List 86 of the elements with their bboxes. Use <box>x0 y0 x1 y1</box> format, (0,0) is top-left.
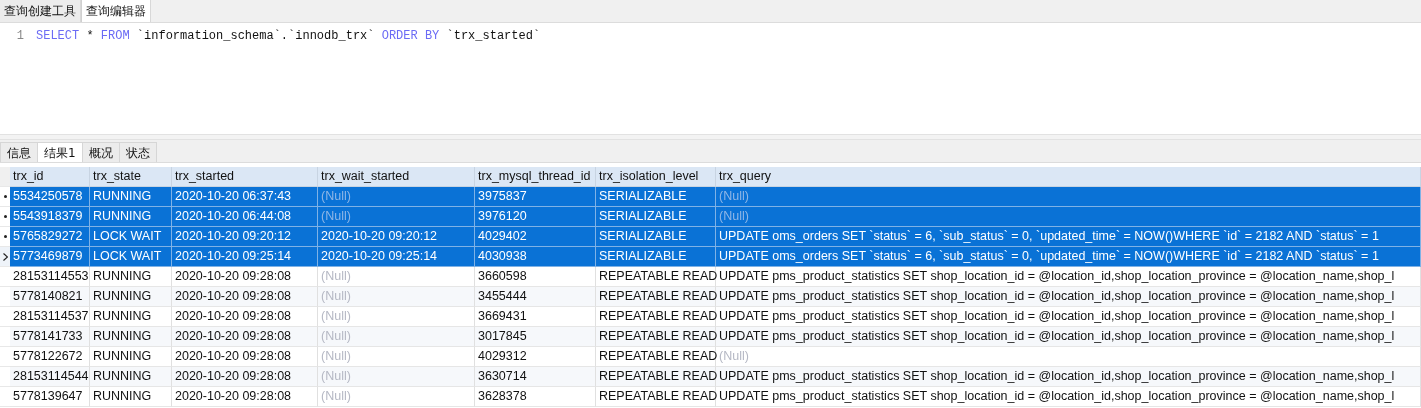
table-cell: RUNNING <box>90 327 172 347</box>
table-cell: 28153114544 <box>10 367 90 387</box>
row-header-cell[interactable] <box>0 367 10 387</box>
table-cell: (Null) <box>716 187 1421 207</box>
dot-icon <box>3 235 7 238</box>
table-cell: RUNNING <box>90 367 172 387</box>
table-cell: 4029402 <box>475 227 596 247</box>
table-cell: RUNNING <box>90 287 172 307</box>
table-cell: 3975837 <box>475 187 596 207</box>
table-cell: (Null) <box>318 207 475 227</box>
caret-icon <box>2 252 8 261</box>
table-cell: SERIALIZABLE <box>596 187 716 207</box>
table-cell: 2020-10-20 06:37:43 <box>172 187 318 207</box>
table-cell: 2020-10-20 09:28:08 <box>172 287 318 307</box>
dot-icon <box>3 195 7 198</box>
table-row[interactable]: 5778140821 RUNNING 2020-10-20 09:28:08 (Null) 3455444 REPEATABLE READ UPDATE pms_product_statistics SET shop_location_id = @location_id,shop_location_province = @location_name,shop_l <box>0 287 1421 307</box>
row-header-cell[interactable] <box>0 327 10 347</box>
table-cell: (Null) <box>318 327 475 347</box>
table-cell: REPEATABLE READ <box>596 287 716 307</box>
sql-keyword: ORDER BY <box>381 28 440 45</box>
corner-cell <box>0 167 10 187</box>
result-tab[interactable]: 概况 <box>81 142 120 162</box>
table-cell: (Null) <box>318 387 475 407</box>
row-header-cell[interactable] <box>0 247 10 267</box>
table-cell: SERIALIZABLE <box>596 207 716 227</box>
sql-keyword: FROM <box>100 28 130 45</box>
row-header-cell[interactable] <box>0 287 10 307</box>
table-cell: 3455444 <box>475 287 596 307</box>
line-number: 1 <box>15 28 25 45</box>
sql-text: * <box>85 28 95 45</box>
table-cell: UPDATE oms_orders SET `status` = 6, `sub_status` = 0, `updated_time` = NOW()WHERE `id` = 2182 AND `status` = 1 <box>716 227 1421 247</box>
sql-keyword: SELECT <box>36 28 80 45</box>
table-cell: UPDATE pms_product_statistics SET shop_location_id = @location_id,shop_location_province = @location_name,shop_l <box>716 287 1421 307</box>
table-cell: (Null) <box>716 207 1421 227</box>
dot-icon <box>3 215 7 218</box>
table-row[interactable]: 28153114544 RUNNING 2020-10-20 09:28:08 (Null) 3630714 REPEATABLE READ UPDATE pms_product_statistics SET shop_location_id = @location_id,shop_location_province = @location_name,shop_l <box>0 367 1421 387</box>
table-cell: RUNNING <box>90 187 172 207</box>
table-cell: UPDATE pms_product_statistics SET shop_location_id = @location_id,shop_location_province = @location_name,shop_l <box>716 367 1421 387</box>
table-cell: LOCK WAIT <box>90 227 172 247</box>
result-tab[interactable]: 信息 <box>0 142 38 162</box>
table-cell: 2020-10-20 09:28:08 <box>172 387 318 407</box>
table-cell: (Null) <box>318 187 475 207</box>
editor-tab[interactable]: 查询创建工具 <box>0 0 81 22</box>
table-row[interactable]: 5778139647 RUNNING 2020-10-20 09:28:08 (Null) 3628378 REPEATABLE READ UPDATE pms_product_statistics SET shop_location_id = @location_id,shop_location_province = @location_name,shop_l <box>0 387 1421 407</box>
sql-text: `trx_started` <box>445 28 541 45</box>
table-cell: SERIALIZABLE <box>596 247 716 267</box>
table-cell: 3628378 <box>475 387 596 407</box>
table-cell: 5778140821 <box>10 287 90 307</box>
table-cell: 5778139647 <box>10 387 90 407</box>
result-tab[interactable]: 结果1 <box>37 142 83 162</box>
table-cell: 2020-10-20 09:25:14 <box>172 247 318 267</box>
table-cell: LOCK WAIT <box>90 247 172 267</box>
table-cell: UPDATE pms_product_statistics SET shop_location_id = @location_id,shop_location_province = @location_name,shop_l <box>716 387 1421 407</box>
table-cell: UPDATE pms_product_statistics SET shop_location_id = @location_id,shop_location_province = @location_name,shop_l <box>716 327 1421 347</box>
table-cell: 5543918379 <box>10 207 90 227</box>
table-row[interactable]: 5773469879 LOCK WAIT 2020-10-20 09:25:14 2020-10-20 09:25:14 4030938 SERIALIZABLE UPDATE oms_orders SET `status` = 6, `sub_status` = 0, `updated_time` = NOW()WHERE `id` = 2182 AND `status` = 1 <box>0 247 1421 267</box>
table-cell: 3630714 <box>475 367 596 387</box>
table-row[interactable]: 5778141733 RUNNING 2020-10-20 09:28:08 (Null) 3017845 REPEATABLE READ UPDATE pms_product_statistics SET shop_location_id = @location_id,shop_location_province = @location_name,shop_l <box>0 327 1421 347</box>
table-cell: 2020-10-20 09:25:14 <box>318 247 475 267</box>
table-cell: 5778141733 <box>10 327 90 347</box>
table-cell: REPEATABLE READ <box>596 367 716 387</box>
table-cell: RUNNING <box>90 207 172 227</box>
table-cell: 5534250578 <box>10 187 90 207</box>
table-row[interactable]: 5543918379 RUNNING 2020-10-20 06:44:08 (Null) 3976120 SERIALIZABLE (Null) <box>0 207 1421 227</box>
table-row[interactable]: 5765829272 LOCK WAIT 2020-10-20 09:20:12 2020-10-20 09:20:12 4029402 SERIALIZABLE UPDATE oms_orders SET `status` = 6, `sub_status` = 0, `updated_time` = NOW()WHERE `id` = 2182 AND `status` = 1 <box>0 227 1421 247</box>
table-cell: (Null) <box>318 287 475 307</box>
table-cell: 3976120 <box>475 207 596 227</box>
table-cell: SERIALIZABLE <box>596 227 716 247</box>
table-cell: 4030938 <box>475 247 596 267</box>
table-cell: 2020-10-20 09:28:08 <box>172 327 318 347</box>
table-cell: 5765829272 <box>10 227 90 247</box>
table-cell: 3017845 <box>475 327 596 347</box>
table-cell: RUNNING <box>90 387 172 407</box>
table-cell: 2020-10-20 09:28:08 <box>172 367 318 387</box>
table-cell: 5773469879 <box>10 247 90 267</box>
table-cell: (Null) <box>318 367 475 387</box>
table-row[interactable]: 5534250578 RUNNING 2020-10-20 06:37:43 (Null) 3975837 SERIALIZABLE (Null) <box>0 187 1421 207</box>
table-cell: 2020-10-20 09:20:12 <box>172 227 318 247</box>
result-tab[interactable]: 状态 <box>118 142 157 162</box>
sql-text: `information_schema`.`innodb_trx` <box>135 28 376 45</box>
table-cell: UPDATE oms_orders SET `status` = 6, `sub_status` = 0, `updated_time` = NOW()WHERE `id` = 2182 AND `status` = 1 <box>716 247 1421 267</box>
table-cell: REPEATABLE READ <box>596 327 716 347</box>
editor-tab[interactable]: 查询编辑器 <box>81 0 151 22</box>
table-cell: 2020-10-20 06:44:08 <box>172 207 318 227</box>
table-cell: REPEATABLE READ <box>596 387 716 407</box>
table-cell: 2020-10-20 09:20:12 <box>318 227 475 247</box>
